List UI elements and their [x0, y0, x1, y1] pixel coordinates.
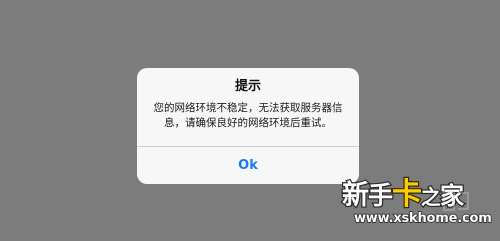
watermark-char: 手	[367, 180, 394, 211]
dialog-message: 您的网络环境不稳定，无法获取服务器信息，请确保良好的网络环境后重试。	[153, 102, 343, 129]
watermark-char: 卡	[391, 176, 423, 212]
watermark-char: 新	[341, 179, 370, 212]
watermark-char: 之	[420, 184, 442, 210]
watermark-url: www.xskhome.com	[353, 210, 492, 226]
alert-dialog: 提示 您的网络环境不稳定，无法获取服务器信息，请确保良好的网络环境后重试。 Ok	[137, 68, 359, 184]
screen-background: 提示 您的网络环境不稳定，无法获取服务器信息，请确保良好的网络环境后重试。 Ok…	[0, 0, 500, 241]
watermark-faint-mark-icon	[443, 191, 469, 211]
site-watermark-logo: 新 手 卡 之 家 www.xskhome.com	[338, 176, 494, 236]
dialog-title: 提示	[234, 79, 261, 94]
ok-button[interactable]: Ok	[137, 147, 359, 184]
dialog-content: 提示 您的网络环境不稳定，无法获取服务器信息，请确保良好的网络环境后重试。	[137, 68, 359, 145]
